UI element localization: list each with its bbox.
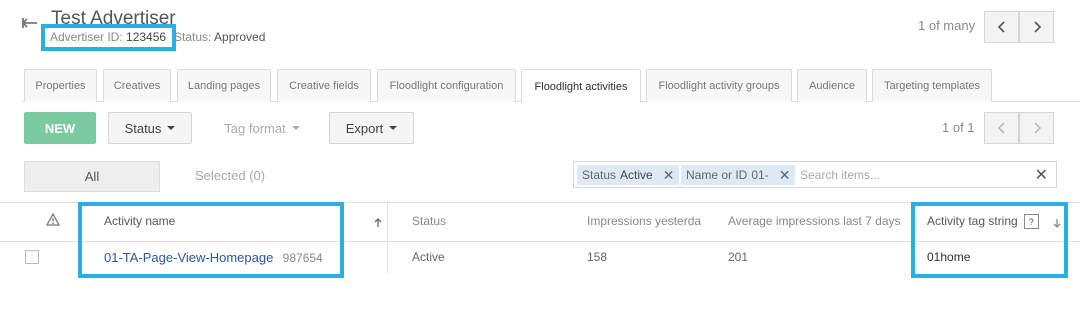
filter-chip-name[interactable]: Name or ID 01- ✕ xyxy=(681,165,796,185)
tab-properties[interactable]: Properties xyxy=(24,69,97,102)
tab-creatives[interactable]: Creatives xyxy=(103,69,171,102)
advertiser-id-value: 123456 xyxy=(126,30,167,44)
new-button[interactable]: NEW xyxy=(24,112,96,144)
filter-search-box[interactable]: Status Active ✕ Name or ID 01- ✕ Search … xyxy=(573,161,1057,188)
chevron-left-icon xyxy=(997,122,1005,134)
tab-floodlight-activities[interactable]: Floodlight activities xyxy=(521,69,641,103)
toolbar-prev-button[interactable] xyxy=(984,112,1019,144)
caret-down-icon xyxy=(167,126,176,130)
row-avg-impressions: 201 xyxy=(728,250,749,264)
chevron-left-icon xyxy=(997,21,1005,33)
caret-down-icon xyxy=(389,126,398,130)
chevron-right-icon xyxy=(1033,122,1041,134)
status-dropdown[interactable]: Status xyxy=(108,112,192,144)
tab-landing-pages[interactable]: Landing pages xyxy=(177,69,271,102)
column-header-activity-name[interactable]: Activity name xyxy=(104,214,175,228)
toolbar-next-button[interactable] xyxy=(1019,112,1054,144)
chevron-right-icon xyxy=(1033,21,1041,33)
row-impressions-yesterday: 158 xyxy=(587,250,608,264)
tab-floodlight-activity-groups[interactable]: Floodlight activity groups xyxy=(646,69,792,102)
filter-chip-name-key: Name or ID xyxy=(686,168,748,182)
activity-tag-string-label: Activity tag string xyxy=(927,214,1018,228)
column-header-activity-tag-string[interactable]: Activity tag string? xyxy=(927,214,1039,230)
status-dropdown-label: Status xyxy=(124,120,162,136)
row-activity-tag-string: 01home xyxy=(927,250,971,264)
table-row: 01-TA-Page-View-Homepage 987654 xyxy=(104,250,323,265)
column-header-status[interactable]: Status xyxy=(412,214,446,228)
tab-targeting-templates[interactable]: Targeting templates xyxy=(872,69,992,102)
tab-floodlight-configuration[interactable]: Floodlight configuration xyxy=(377,69,516,102)
header-pager-text: 1 of many xyxy=(918,18,976,33)
activity-name-link[interactable]: 01-TA-Page-View-Homepage xyxy=(104,250,273,265)
filter-chip-status-value: Active xyxy=(620,168,653,182)
advertiser-status: Status: Approved xyxy=(174,30,265,44)
column-divider xyxy=(387,202,388,274)
help-icon[interactable]: ? xyxy=(1023,214,1039,230)
tab-creative-fields[interactable]: Creative fields xyxy=(277,69,371,102)
advertiser-status-label: Status: xyxy=(174,30,212,44)
column-header-avg-impressions[interactable]: Average impressions last 7 days xyxy=(728,214,901,228)
warning-icon xyxy=(45,212,61,231)
page-title: Test Advertiser xyxy=(51,8,176,29)
sort-arrow-icon[interactable] xyxy=(1053,215,1061,233)
close-icon[interactable]: ✕ xyxy=(779,167,791,184)
all-filter-tab[interactable]: All xyxy=(24,161,160,192)
filter-chip-status[interactable]: Status Active ✕ xyxy=(577,165,680,185)
advertiser-id-label: Advertiser ID: xyxy=(50,30,123,44)
export-label: Export xyxy=(345,120,384,136)
close-icon[interactable]: ✕ xyxy=(663,167,675,184)
tab-audience[interactable]: Audience xyxy=(797,69,867,102)
export-dropdown[interactable]: Export xyxy=(329,112,414,144)
advertiser-status-value: Approved xyxy=(214,30,266,44)
header-prev-button[interactable] xyxy=(984,11,1019,43)
back-arrow-icon[interactable] xyxy=(22,16,40,34)
column-header-impressions-yesterday[interactable]: Impressions yesterda xyxy=(587,214,701,228)
tag-format-label: Tag format xyxy=(224,120,286,136)
tag-format-dropdown[interactable]: Tag format xyxy=(214,112,310,144)
search-input[interactable]: Search items... xyxy=(800,168,880,182)
selected-filter-tab[interactable]: Selected (0) xyxy=(195,168,265,183)
header-next-button[interactable] xyxy=(1019,11,1054,43)
filter-chip-name-value: 01- xyxy=(751,168,769,182)
clear-filters-icon[interactable]: ✕ xyxy=(1035,165,1048,185)
advertiser-id: Advertiser ID: 123456 xyxy=(50,30,166,44)
toolbar-pager-text: 1 of 1 xyxy=(942,120,975,135)
row-status: Active xyxy=(412,250,445,264)
row-checkbox[interactable] xyxy=(25,250,39,264)
filter-chip-status-key: Status xyxy=(582,168,617,182)
caret-down-icon xyxy=(291,126,300,130)
activity-id: 987654 xyxy=(282,251,323,265)
sort-arrow-icon[interactable] xyxy=(374,215,382,233)
